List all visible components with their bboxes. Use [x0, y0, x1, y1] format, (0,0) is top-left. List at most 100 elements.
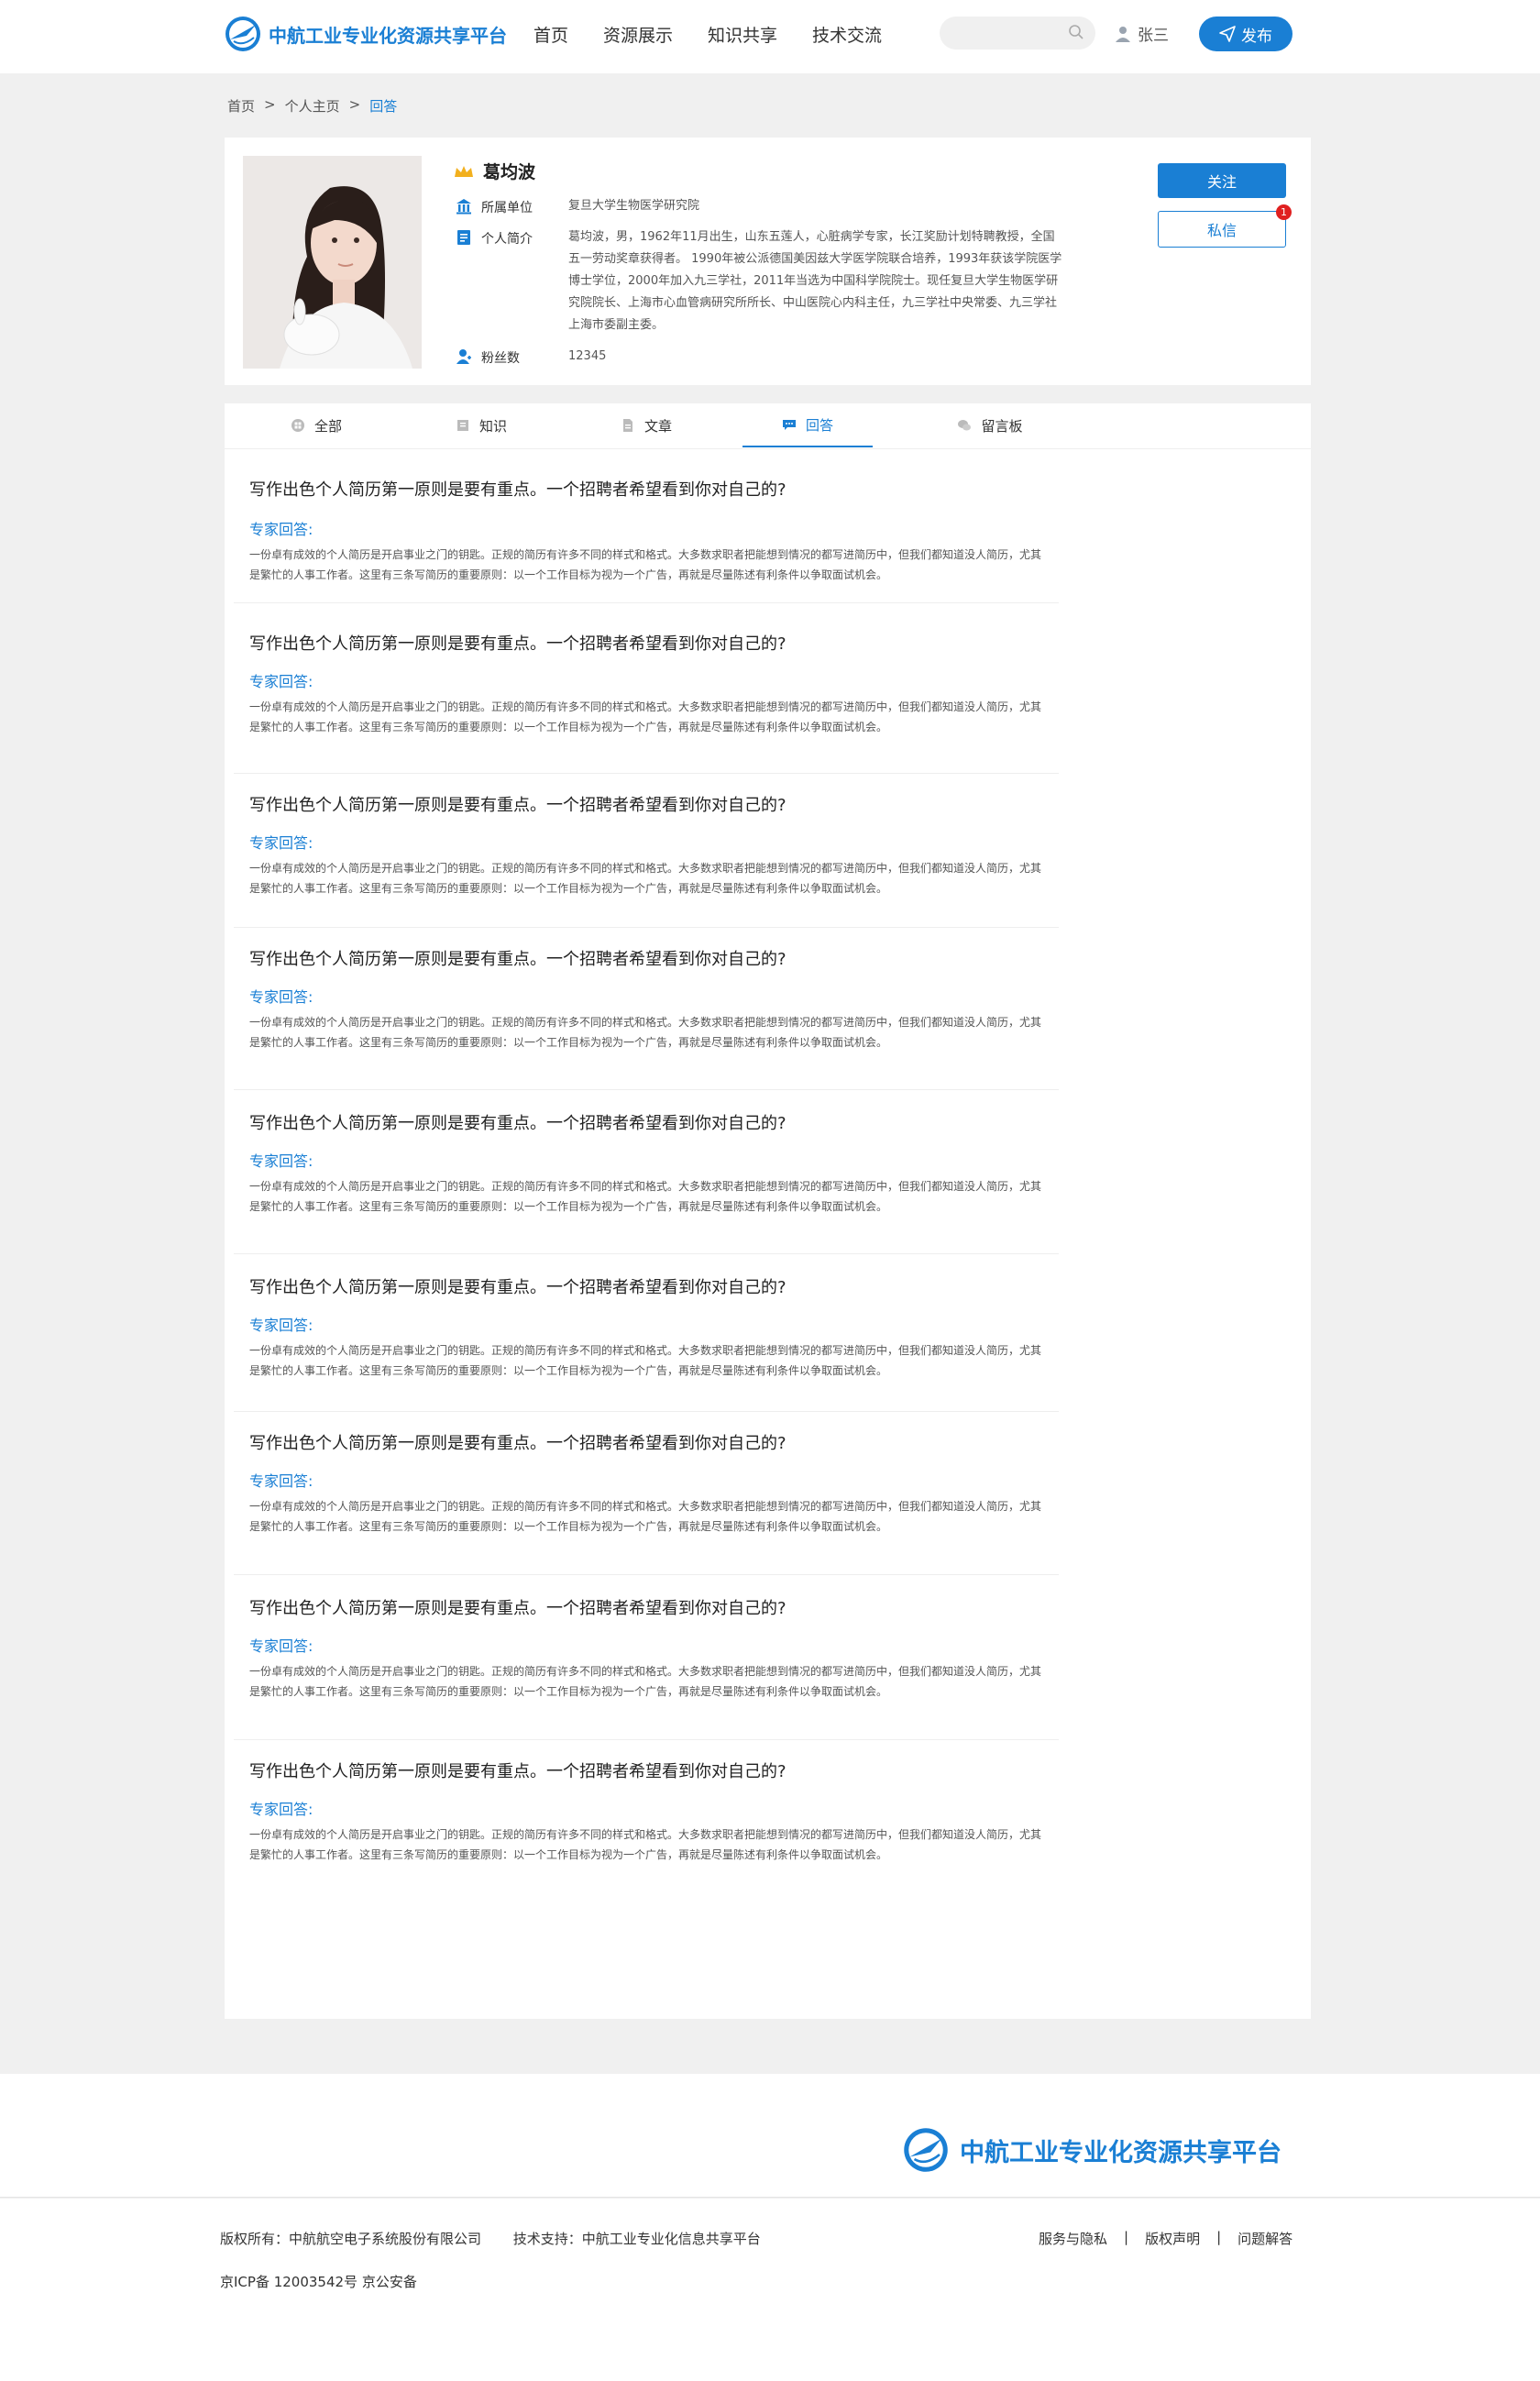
- answer-item[interactable]: 写作出色个人简历第一原则是要有重点。一个招聘者希望看到你对自己的? 专家回答: …: [234, 928, 1059, 1090]
- expert-answer-label: 专家回答:: [249, 834, 314, 852]
- answer-item[interactable]: 写作出色个人简历第一原则是要有重点。一个招聘者希望看到你对自己的? 专家回答: …: [234, 1090, 1059, 1254]
- answer-item[interactable]: 写作出色个人简历第一原则是要有重点。一个招聘者希望看到你对自己的? 专家回答: …: [234, 1575, 1059, 1740]
- tab-answers[interactable]: 回答: [742, 403, 873, 447]
- footer-links: 服务与隐私 | 版权声明 | 问题解答: [1039, 2229, 1292, 2248]
- fans-label: 粉丝数: [481, 351, 520, 366]
- book-icon: [456, 420, 468, 431]
- answer-text: 一份卓有成效的个人简历是开启事业之门的钥匙。正规的简历有许多不同的样式和格式。大…: [249, 1016, 1042, 1049]
- answer-question[interactable]: 写作出色个人简历第一原则是要有重点。一个招聘者希望看到你对自己的?: [249, 1110, 786, 1134]
- user-icon: [1116, 26, 1130, 42]
- tab-label: 文章: [644, 417, 672, 435]
- answer-question[interactable]: 写作出色个人简历第一原则是要有重点。一个招聘者希望看到你对自己的?: [249, 631, 786, 655]
- answer-question[interactable]: 写作出色个人简历第一原则是要有重点。一个招聘者希望看到你对自己的?: [249, 1758, 786, 1782]
- answer-text: 一份卓有成效的个人简历是开启事业之门的钥匙。正规的简历有许多不同的样式和格式。大…: [249, 1500, 1042, 1533]
- answer-question[interactable]: 写作出色个人简历第一原则是要有重点。一个招聘者希望看到你对自己的?: [249, 1430, 786, 1454]
- answer-text: 一份卓有成效的个人简历是开启事业之门的钥匙。正规的简历有许多不同的样式和格式。大…: [249, 548, 1042, 581]
- crown-icon: [455, 165, 473, 177]
- answer-question[interactable]: 写作出色个人简历第一原则是要有重点。一个招聘者希望看到你对自己的?: [249, 477, 786, 501]
- intro-label: 个人简介: [481, 232, 533, 247]
- answer-question[interactable]: 写作出色个人简历第一原则是要有重点。一个招聘者希望看到你对自己的?: [249, 1595, 786, 1619]
- chat-icon: [782, 420, 796, 430]
- profile-fans-row: 粉丝数 12345: [456, 348, 1063, 367]
- nav-home[interactable]: 首页: [534, 22, 568, 47]
- footer-link-faq[interactable]: 问题解答: [1238, 2229, 1292, 2248]
- answer-item[interactable]: 写作出色个人简历第一原则是要有重点。一个招聘者希望看到你对自己的? 专家回答: …: [234, 1254, 1059, 1412]
- expert-answer-label: 专家回答:: [249, 521, 314, 538]
- answer-text: 一份卓有成效的个人简历是开启事业之门的钥匙。正规的简历有许多不同的样式和格式。大…: [249, 1828, 1042, 1861]
- breadcrumb: 首页 > 个人主页 > 回答: [227, 96, 406, 116]
- answer-text: 一份卓有成效的个人简历是开启事业之门的钥匙。正规的简历有许多不同的样式和格式。大…: [249, 700, 1042, 733]
- breadcrumb-home[interactable]: 首页: [227, 96, 255, 116]
- user-menu[interactable]: 张三: [1114, 22, 1169, 45]
- footer-brand: 中航工业专业化资源共享平台: [0, 2074, 1540, 2198]
- answer-question[interactable]: 写作出色个人简历第一原则是要有重点。一个招聘者希望看到你对自己的?: [249, 1274, 786, 1298]
- main-nav: 首页 资源展示 知识共享 技术交流: [534, 22, 917, 47]
- intro-value: 葛均波，男，1962年11月出生，山东五莲人，心脏病学专家，长江奖励计划特聘教授…: [568, 230, 1062, 332]
- tab-label: 回答: [805, 416, 833, 434]
- user-name: 张三: [1138, 27, 1169, 45]
- profile-intro-row: 个人简介 葛均波，男，1962年11月出生，山东五莲人，心脏病学专家，长江奖励计…: [456, 229, 1063, 336]
- search-input[interactable]: [940, 17, 1095, 50]
- copyright-text: 版权所有：中航航空电子系统股份有限公司: [220, 2231, 482, 2247]
- nav-knowledge[interactable]: 知识共享: [708, 22, 777, 47]
- footer-link-divider: |: [1124, 2229, 1129, 2245]
- send-icon: [1219, 26, 1236, 42]
- tab-label: 知识: [478, 417, 507, 435]
- nav-tech-exchange[interactable]: 技术交流: [812, 22, 882, 47]
- expert-answer-label: 专家回答:: [249, 1472, 314, 1490]
- answer-item[interactable]: 写作出色个人简历第一原则是要有重点。一个招聘者希望看到你对自己的? 专家回答: …: [234, 1740, 1059, 1905]
- document-icon: [622, 419, 632, 432]
- follow-button[interactable]: 关注: [1158, 163, 1286, 198]
- tab-all[interactable]: 全部: [261, 403, 371, 447]
- site-name: 中航工业专业化资源共享平台: [269, 24, 507, 47]
- tab-articles[interactable]: 文章: [591, 403, 701, 447]
- tab-knowledge[interactable]: 知识: [426, 403, 536, 447]
- profile-card-icon: [457, 230, 470, 245]
- footer-copyright-row: 版权所有：中航航空电子系统股份有限公司 技术支持：中航工业专业化信息共享平台: [220, 2229, 788, 2248]
- publish-button[interactable]: 发布: [1199, 17, 1292, 51]
- message-badge: 1: [1276, 204, 1292, 220]
- tech-support-text: 技术支持：中航工业专业化信息共享平台: [512, 2231, 761, 2247]
- unit-value: 复旦大学生物医学研究院: [568, 199, 700, 213]
- footer-link-copyright[interactable]: 版权声明: [1145, 2229, 1200, 2248]
- answer-text: 一份卓有成效的个人简历是开启事业之门的钥匙。正规的简历有许多不同的样式和格式。大…: [249, 862, 1042, 895]
- site-logo[interactable]: 中航工业专业化资源共享平台: [225, 16, 507, 52]
- footer-link-divider: |: [1216, 2229, 1222, 2245]
- answer-item[interactable]: 写作出色个人简历第一原则是要有重点。一个招聘者希望看到你对自己的? 专家回答: …: [234, 449, 1059, 603]
- breadcrumb-separator: >: [264, 96, 276, 113]
- answer-question[interactable]: 写作出色个人简历第一原则是要有重点。一个招聘者希望看到你对自己的?: [249, 946, 786, 970]
- footer-link-privacy[interactable]: 服务与隐私: [1039, 2229, 1107, 2248]
- message-button[interactable]: 私信 1: [1158, 204, 1292, 248]
- answer-item[interactable]: 写作出色个人简历第一原则是要有重点。一个招聘者希望看到你对自己的? 专家回答: …: [234, 774, 1059, 928]
- answer-item[interactable]: 写作出色个人简历第一原则是要有重点。一个招聘者希望看到你对自己的? 专家回答: …: [234, 611, 1059, 774]
- answer-item[interactable]: 写作出色个人简历第一原则是要有重点。一个招聘者希望看到你对自己的? 专家回答: …: [234, 1412, 1059, 1575]
- answer-text: 一份卓有成效的个人简历是开启事业之门的钥匙。正规的简历有许多不同的样式和格式。大…: [249, 1344, 1042, 1377]
- icp-text: 京ICP备 12003542号 京公安备: [220, 2274, 417, 2290]
- answer-question[interactable]: 写作出色个人简历第一原则是要有重点。一个招聘者希望看到你对自己的?: [249, 792, 786, 816]
- top-header: 中航工业专业化资源共享平台 首页 资源展示 知识共享 技术交流 张三 发布: [0, 0, 1540, 73]
- plane-logo-icon: [226, 17, 260, 51]
- profile-card: 葛均波 所属单位 复旦大学生物医学研究院 个人简介 葛均波，男，1962年11月…: [225, 138, 1311, 385]
- fans-icon: [456, 349, 471, 364]
- grid-icon: [291, 419, 304, 432]
- nav-resources[interactable]: 资源展示: [603, 22, 673, 47]
- expert-answer-label: 专家回答:: [249, 1152, 314, 1170]
- answer-text: 一份卓有成效的个人简历是开启事业之门的钥匙。正规的简历有许多不同的样式和格式。大…: [249, 1665, 1042, 1698]
- tab-bar: 全部 知识 文章 回答 留言板: [225, 403, 1311, 449]
- footer-site-name: 中航工业专业化资源共享平台: [960, 2138, 1282, 2167]
- search-icon[interactable]: [1068, 24, 1084, 40]
- answer-text: 一份卓有成效的个人简历是开启事业之门的钥匙。正规的简历有许多不同的样式和格式。大…: [249, 1180, 1042, 1213]
- footer: 版权所有：中航航空电子系统股份有限公司 技术支持：中航工业专业化信息共享平台 京…: [0, 2199, 1540, 2381]
- footer-logo: 中航工业专业化资源共享平台: [903, 2127, 1282, 2173]
- avatar: [243, 156, 422, 369]
- tab-message-board[interactable]: 留言板: [930, 403, 1050, 447]
- expert-answer-label: 专家回答:: [249, 1637, 314, 1655]
- message-label: 私信: [1206, 222, 1237, 239]
- answers-panel: 全部 知识 文章 回答 留言板 写作出色个人简历第一原则是要有重点。一个招聘者希…: [225, 403, 1311, 2019]
- breadcrumb-separator: >: [348, 96, 361, 113]
- avatar-photo: [243, 156, 422, 369]
- profile-name-row: 葛均波: [454, 159, 535, 183]
- breadcrumb-profile[interactable]: 个人主页: [285, 96, 340, 116]
- expert-answer-label: 专家回答:: [249, 673, 314, 690]
- comments-icon: [958, 420, 972, 431]
